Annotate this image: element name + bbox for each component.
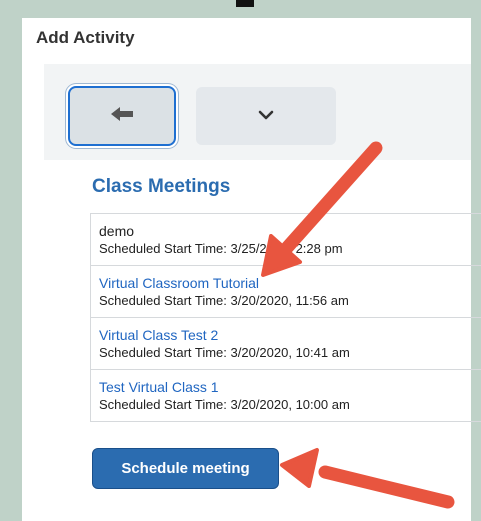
list-item: Virtual Classroom Tutorial Scheduled Sta… <box>90 266 481 318</box>
meeting-title: demo <box>99 223 135 239</box>
list-item: Test Virtual Class 1 Scheduled Start Tim… <box>90 370 481 422</box>
schedule-meeting-button[interactable]: Schedule meeting <box>92 448 279 489</box>
back-arrow-icon <box>111 106 133 126</box>
back-button[interactable] <box>68 86 176 146</box>
more-options-button[interactable] <box>196 87 336 145</box>
section-title: Class Meetings <box>92 176 231 197</box>
meeting-start-time: Scheduled Start Time: 3/20/2020, 10:41 a… <box>99 345 350 360</box>
meeting-link[interactable]: Virtual Class Test 2 <box>99 327 481 344</box>
page-title: Add Activity <box>36 28 135 47</box>
meeting-link[interactable]: Test Virtual Class 1 <box>99 379 481 396</box>
list-item: demo Scheduled Start Time: 3/25/2020, 2:… <box>90 214 481 266</box>
chevron-down-icon <box>258 107 274 125</box>
meeting-link[interactable]: Virtual Classroom Tutorial <box>99 275 481 292</box>
meeting-start-time: Scheduled Start Time: 3/25/2020, 2:28 pm <box>99 241 343 256</box>
meeting-start-time: Scheduled Start Time: 3/20/2020, 11:56 a… <box>99 293 349 308</box>
meeting-start-time: Scheduled Start Time: 3/20/2020, 10:00 a… <box>99 397 350 412</box>
top-edge-marker <box>236 0 254 7</box>
meeting-list: demo Scheduled Start Time: 3/25/2020, 2:… <box>90 213 481 422</box>
list-item: Virtual Class Test 2 Scheduled Start Tim… <box>90 318 481 370</box>
